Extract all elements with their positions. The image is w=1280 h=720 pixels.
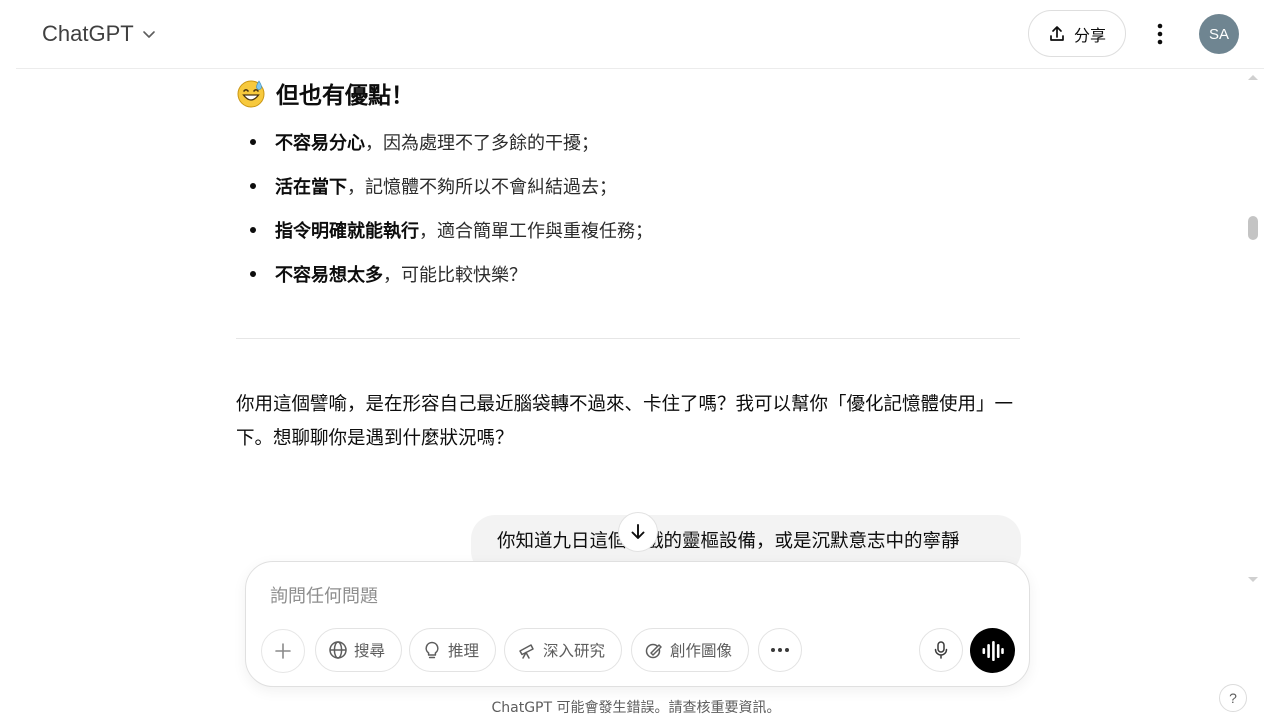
horizontal-dots-icon — [771, 648, 789, 652]
list-item-bold: 指令明確就能執行 — [275, 221, 419, 242]
reasoning-tool-label: 推理 — [448, 642, 480, 660]
voice-mode-button[interactable] — [970, 628, 1015, 673]
section-divider — [236, 338, 1020, 339]
list-item-text: ，適合簡單工作與重複任務； — [419, 221, 653, 242]
list-item-text: ，因為處理不了多餘的干擾； — [365, 133, 599, 154]
help-button[interactable]: ? — [1219, 684, 1247, 712]
reasoning-tool-button[interactable]: 推理 — [409, 628, 497, 672]
top-bar: ChatGPT 分享 SA — [0, 0, 1280, 68]
composer: 搜尋 推理 深入研究 創作圖像 — [245, 561, 1030, 687]
create-image-tool-button[interactable]: 創作圖像 — [631, 628, 750, 672]
lightbulb-icon — [425, 641, 439, 659]
user-avatar[interactable]: SA — [1199, 14, 1239, 54]
chevron-down-icon — [142, 31, 155, 38]
heading-text: 但也有優點！ — [276, 83, 414, 109]
dictate-button[interactable] — [919, 628, 963, 672]
share-upload-icon — [1050, 25, 1064, 41]
list-item-bold: 活在當下 — [275, 177, 347, 198]
model-name: ChatGPT — [42, 21, 134, 46]
list-item-bold: 不容易想太多 — [275, 265, 383, 286]
attach-button[interactable] — [261, 629, 305, 673]
share-button[interactable]: 分享 — [1028, 10, 1126, 57]
list-item: 活在當下 ，記憶體不夠所以不會糾結過去； — [248, 164, 653, 208]
advantages-list: 不容易分心 ，因為處理不了多餘的干擾； 活在當下 ，記憶體不夠所以不會糾結過去； 指… — [248, 120, 653, 296]
scrollbar-thumb[interactable] — [1248, 216, 1258, 240]
create-image-tool-label: 創作圖像 — [670, 642, 733, 660]
header-divider — [16, 68, 1264, 69]
chat-page: ChatGPT 分享 SA 但也有優點！ 不容易分心 ，因為處理不了多餘的干擾；… — [0, 0, 1280, 720]
more-tools-button[interactable] — [758, 628, 802, 672]
search-tool-label: 搜尋 — [354, 642, 386, 660]
prompt-input[interactable] — [270, 582, 970, 610]
more-options-button[interactable] — [1144, 18, 1176, 50]
model-switcher[interactable]: ChatGPT — [32, 14, 166, 54]
audio-waveform-icon — [982, 640, 1004, 661]
search-tool-button[interactable]: 搜尋 — [315, 628, 403, 672]
image-create-icon — [645, 643, 662, 659]
list-item-text: ，可能比較快樂？ — [383, 265, 527, 286]
plus-icon — [275, 643, 291, 659]
scroll-up-arrow-icon[interactable] — [1247, 72, 1259, 82]
scroll-to-bottom-button[interactable] — [618, 512, 658, 552]
disclaimer-text: ChatGPT 可能會發生錯誤。請查核重要資訊。 — [491, 700, 781, 716]
deep-research-tool-label: 深入研究 — [543, 642, 606, 660]
list-item-bold: 不容易分心 — [275, 133, 365, 154]
scroll-down-arrow-icon[interactable] — [1247, 575, 1259, 585]
globe-icon — [329, 641, 347, 659]
grinning-sweat-face-icon — [237, 80, 265, 108]
user-message-text: 你知道九日這個遊戲的靈樞設備，或是沉默意志中的寧靜 — [497, 531, 960, 552]
list-item: 指令明確就能執行 ，適合簡單工作與重複任務； — [248, 208, 653, 252]
list-item: 不容易分心 ，因為處理不了多餘的干擾； — [248, 120, 653, 164]
arrow-down-icon — [631, 524, 645, 539]
list-item: 不容易想太多 ，可能比較快樂？ — [248, 252, 653, 296]
list-item-text: ，記憶體不夠所以不會糾結過去； — [347, 177, 617, 198]
telescope-icon — [519, 644, 534, 659]
response-paragraph: 你用這個譬喻，是在形容自己最近腦袋轉不過來、卡住了嗎？我可以幫你「優化記憶體使用… — [236, 394, 1014, 449]
vertical-dots-icon — [1157, 23, 1163, 45]
share-label: 分享 — [1073, 25, 1106, 45]
deep-research-tool-button[interactable]: 深入研究 — [504, 628, 623, 672]
response-heading: 但也有優點！ — [236, 76, 414, 110]
microphone-icon — [934, 641, 948, 659]
